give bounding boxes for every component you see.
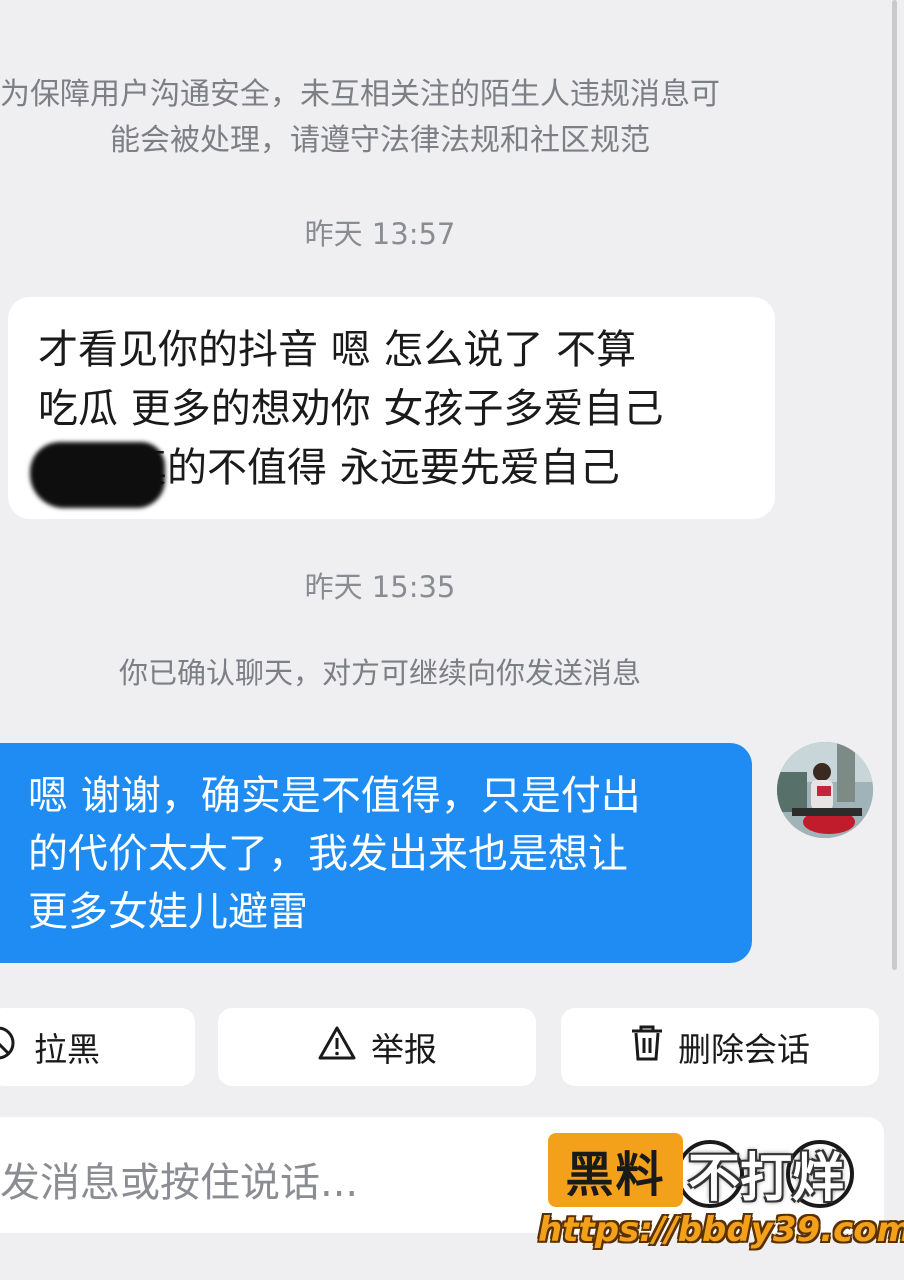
timestamp: 昨天 13:57 bbox=[304, 217, 456, 251]
scrollbar[interactable] bbox=[892, 0, 897, 970]
message-line: 吃瓜 更多的想劝你 女孩子多爱自己 bbox=[38, 386, 664, 432]
message-line: 的代价太大了，我发出来也是想让 bbox=[28, 831, 628, 877]
message-line: 更多女娃儿避雷 bbox=[28, 889, 308, 935]
trash-icon bbox=[630, 1024, 664, 1070]
watermark-badge: 黑料 bbox=[548, 1133, 683, 1207]
timestamp: 昨天 15:35 bbox=[304, 570, 456, 604]
report-label: 举报 bbox=[371, 1030, 437, 1069]
block-label: 拉黑 bbox=[34, 1030, 100, 1069]
message-input[interactable]: 发消息或按住说话... bbox=[0, 1150, 358, 1208]
safety-notice: 为保障用户沟通安全，未互相关注的陌生人违规消息可 能会被处理，请遵守法律法规和社… bbox=[0, 72, 760, 164]
message-line: 嗯 谢谢，确实是不值得，只是付出 bbox=[28, 773, 641, 819]
outgoing-message-bubble[interactable]: 嗯 谢谢，确实是不值得，只是付出 的代价太大了，我发出来也是想让 更多女娃儿避雷 bbox=[0, 743, 752, 963]
notice-line-2: 能会被处理，请遵守法律法规和社区规范 bbox=[110, 123, 650, 158]
watermark-text: 不打烊 bbox=[688, 1149, 845, 1209]
avatar[interactable] bbox=[777, 742, 873, 838]
block-icon bbox=[0, 1025, 20, 1069]
system-message: 你已确认聊天，对方可继续向你发送消息 bbox=[118, 656, 641, 690]
redaction-mark bbox=[30, 442, 165, 508]
notice-line-1: 为保障用户沟通安全，未互相关注的陌生人违规消息可 bbox=[0, 77, 720, 112]
watermark-url: https://bbdy39.com bbox=[538, 1210, 904, 1250]
report-button[interactable]: 举报 bbox=[218, 1008, 536, 1086]
warning-icon bbox=[317, 1025, 357, 1069]
delete-conversation-button[interactable]: 删除会话 bbox=[561, 1008, 879, 1086]
message-line: 才看见你的抖音 嗯 怎么说了 不算 bbox=[38, 327, 637, 373]
delete-label: 删除会话 bbox=[678, 1030, 810, 1069]
block-button[interactable]: 拉黑 bbox=[0, 1008, 195, 1086]
